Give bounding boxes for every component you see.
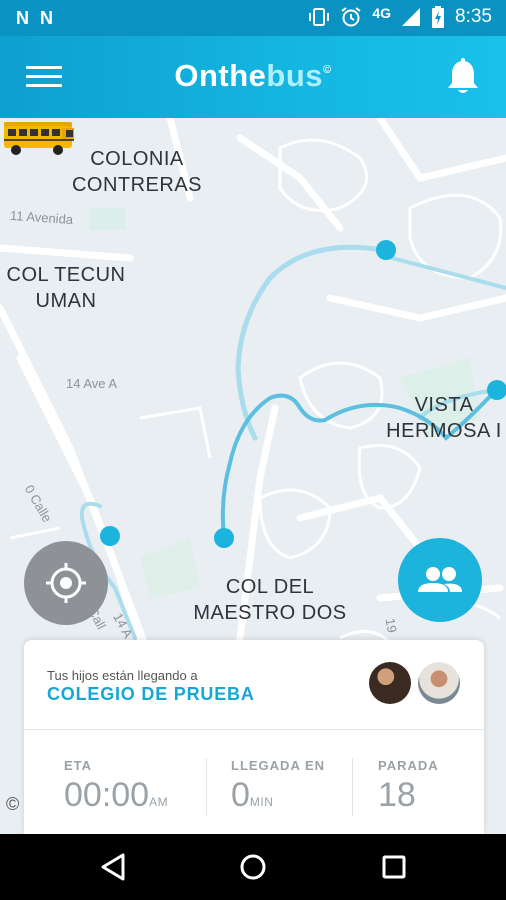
map-label-col-del-maestro: COL DEL MAESTRO DOS xyxy=(190,574,350,626)
street-label: 14 Ave A xyxy=(66,376,118,391)
bell-icon xyxy=(448,58,478,93)
circle-home-icon xyxy=(240,854,266,880)
clock: 8:35 xyxy=(455,6,492,27)
map-attribution: © xyxy=(6,794,20,814)
arrival-label: LLEGADA EN xyxy=(231,758,326,773)
school-header: Tus hijos están llegando a COLEGIO DE PR… xyxy=(24,640,484,730)
map-label-colonia-contreras: COLONIA CONTRERAS xyxy=(70,146,204,198)
child-avatar[interactable] xyxy=(369,662,411,704)
label-line: CONTRERAS xyxy=(71,174,203,196)
n-notification-icon: N xyxy=(40,8,53,28)
stat-divider xyxy=(206,758,207,816)
map-label-col-tecun: COL TECUN UMAN xyxy=(4,262,128,314)
status-bar: N N 4G 8:35 xyxy=(0,0,506,36)
school-bus-icon xyxy=(4,122,74,155)
locate-me-button[interactable] xyxy=(24,541,108,625)
logo-text-part2: bus xyxy=(266,58,324,93)
square-recents-icon xyxy=(382,855,406,879)
eta-label: ETA xyxy=(64,758,93,773)
map-label-vista-hermosa: VISTA HERMOSA I xyxy=(386,392,502,444)
label-line: HERMOSA I xyxy=(386,420,502,442)
battery-icon xyxy=(432,6,445,28)
back-button[interactable] xyxy=(97,852,131,882)
children-button[interactable] xyxy=(398,538,482,622)
stat-divider xyxy=(352,758,353,816)
label-line: COL DEL xyxy=(225,576,315,598)
label-line: VISTA xyxy=(414,394,474,416)
app-bar: Onthebus© xyxy=(0,36,506,118)
vibrate-icon xyxy=(309,8,330,26)
school-name: COLEGIO DE PRUEBA xyxy=(47,684,255,704)
triangle-back-icon xyxy=(101,853,125,881)
child-avatar[interactable] xyxy=(418,662,460,704)
label-line: COL TECUN xyxy=(6,264,126,286)
group-icon xyxy=(418,567,462,592)
label-line: UMAN xyxy=(35,290,97,312)
system-icons: 4G 8:35 xyxy=(308,5,492,28)
arrival-minutes: 0 xyxy=(231,776,250,814)
stop-label: PARADA xyxy=(378,758,439,773)
label-line: MAESTRO DOS xyxy=(193,602,347,624)
home-button[interactable] xyxy=(236,852,270,882)
network-type: 4G xyxy=(372,5,392,21)
arrival-unit: MIN xyxy=(249,795,274,809)
eta-unit: AM xyxy=(149,795,169,809)
crosshair-icon xyxy=(46,563,86,603)
eta-value: 00:00AM xyxy=(64,776,168,815)
logo-text-part1: Onthe xyxy=(174,58,267,93)
eta-time: 00:00 xyxy=(64,776,150,814)
label-line: COLONIA xyxy=(90,148,184,170)
stop-value: 18 xyxy=(378,776,416,814)
notification-icons: N N xyxy=(16,8,53,29)
logo-mark: © xyxy=(323,64,332,76)
alarm-icon xyxy=(341,7,361,27)
recents-button[interactable] xyxy=(377,852,411,882)
arrival-value: 0MIN xyxy=(231,776,273,815)
notifications-button[interactable] xyxy=(446,58,480,96)
system-nav-bar xyxy=(0,834,506,900)
arriving-subtitle: Tus hijos están llegando a xyxy=(47,668,198,683)
app-logo: Onthebus© xyxy=(0,58,506,94)
signal-icon xyxy=(402,8,421,26)
trip-info-card: Tus hijos están llegando a COLEGIO DE PR… xyxy=(24,640,484,834)
n-notification-icon: N xyxy=(16,8,29,28)
trip-stats: ETA 00:00AM LLEGADA EN 0MIN PARADA 18 xyxy=(24,730,484,834)
